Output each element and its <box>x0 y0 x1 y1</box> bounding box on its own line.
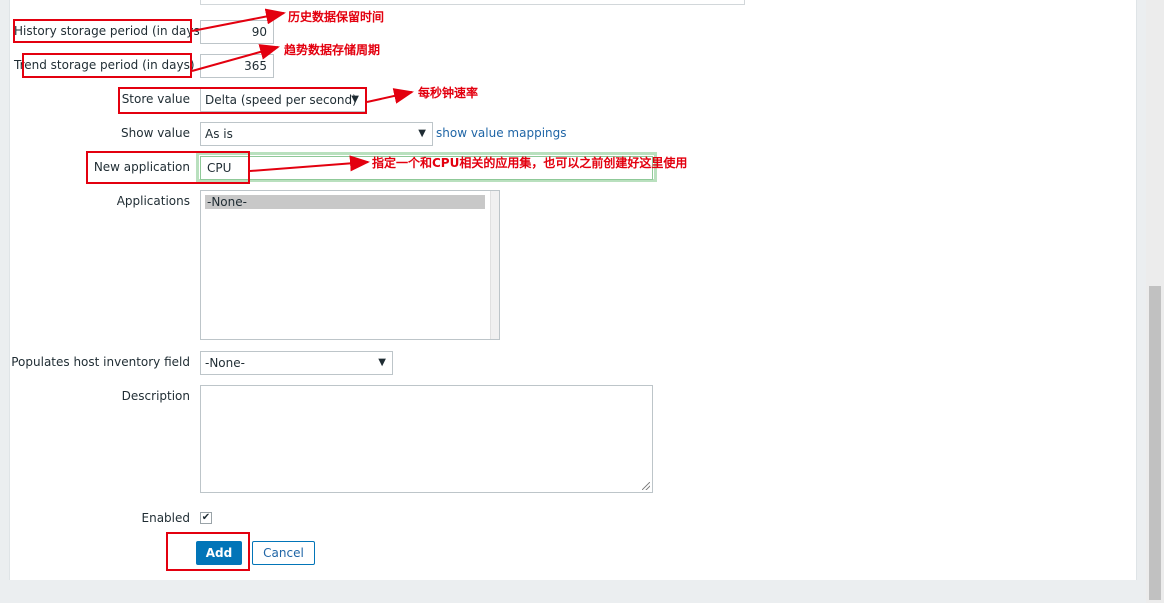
history-arrow <box>191 8 286 32</box>
new-application-annotation: 指定一个和CPU相关的应用集，也可以之前创建好这里使用 <box>372 156 688 170</box>
trend-annotation: 趋势数据存储周期 <box>284 43 381 57</box>
page-footer-strip <box>0 582 1146 603</box>
trend-arrow <box>191 44 280 72</box>
page-scrollbar-thumb[interactable] <box>1149 286 1161 600</box>
store-value-annotation: 每秒钟速率 <box>418 86 479 100</box>
store-value-arrow <box>366 88 414 104</box>
new-application-arrow <box>249 155 370 172</box>
history-annotation: 历史数据保留时间 <box>288 10 385 24</box>
annotation-arrows <box>191 8 414 172</box>
